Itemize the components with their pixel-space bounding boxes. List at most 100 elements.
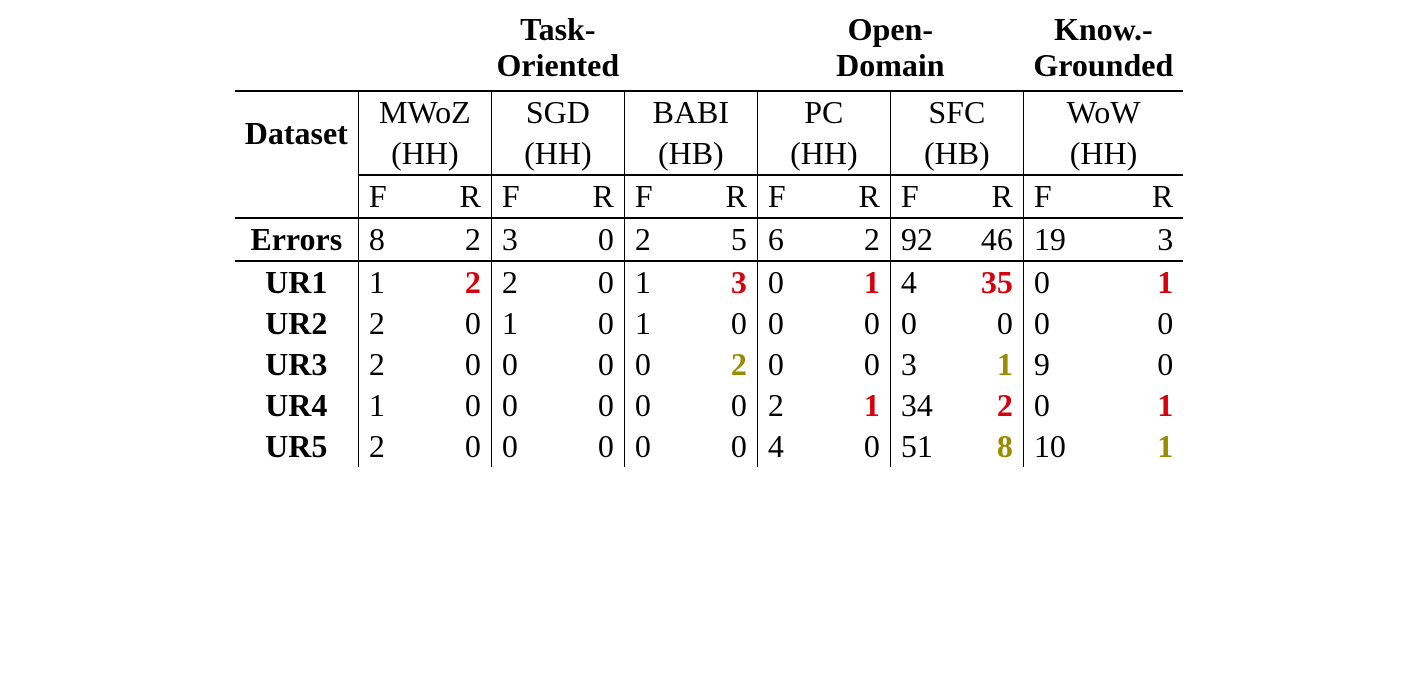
cell: 0 — [691, 303, 758, 344]
cell: 0 — [691, 426, 758, 467]
cell: 0 — [425, 303, 492, 344]
cell: 2 — [425, 218, 492, 261]
cell: 0 — [491, 385, 558, 426]
cell: 4 — [757, 426, 824, 467]
group-open-domain: Open- Domain — [757, 8, 1023, 91]
cell: 1 — [1104, 426, 1184, 467]
blank-cell — [235, 8, 359, 91]
col-babi-r: R — [691, 175, 758, 218]
col-sgd-f: F — [491, 175, 558, 218]
cell: 34 — [890, 385, 957, 426]
col-sfc-name: SFC — [890, 91, 1023, 133]
cell: 3 — [1104, 218, 1184, 261]
cell: 0 — [1104, 303, 1184, 344]
cell: 2 — [358, 303, 425, 344]
row-label-ur5: UR5 — [235, 426, 359, 467]
cell: 0 — [757, 261, 824, 303]
cell: 0 — [558, 385, 625, 426]
cell: 4 — [890, 261, 957, 303]
cell: 46 — [957, 218, 1024, 261]
cell: 5 — [691, 218, 758, 261]
cell: 2 — [358, 426, 425, 467]
col-mwoz-r: R — [425, 175, 492, 218]
row-label-ur4: UR4 — [235, 385, 359, 426]
cell: 1 — [358, 261, 425, 303]
cell: 1 — [1104, 385, 1184, 426]
cell: 9 — [1023, 344, 1103, 385]
cell: 1 — [957, 344, 1024, 385]
col-sgd-type: (HH) — [491, 133, 624, 175]
row-label-ur3: UR3 — [235, 344, 359, 385]
group-know-line2: Grounded — [1033, 48, 1173, 84]
group-open-line2: Domain — [767, 48, 1013, 84]
col-pc-name: PC — [757, 91, 890, 133]
results-table: Task- Oriented Open- Domain Know.- Groun… — [235, 8, 1183, 467]
cell: 6 — [757, 218, 824, 261]
cell: 0 — [824, 303, 891, 344]
cell: 2 — [957, 385, 1024, 426]
cell: 0 — [425, 385, 492, 426]
cell: 0 — [558, 426, 625, 467]
table-row-ur1: UR1 1 2 2 0 1 3 0 1 4 35 0 1 — [235, 261, 1183, 303]
cell: 0 — [491, 344, 558, 385]
col-pc-f: F — [757, 175, 824, 218]
group-know-line1: Know.- — [1033, 12, 1173, 48]
cell: 8 — [358, 218, 425, 261]
cell: 0 — [757, 344, 824, 385]
cell: 0 — [824, 344, 891, 385]
cell: 1 — [824, 385, 891, 426]
col-mwoz-type: (HH) — [358, 133, 491, 175]
col-sgd-r: R — [558, 175, 625, 218]
row-label-ur2: UR2 — [235, 303, 359, 344]
table-row-ur4: UR4 1 0 0 0 0 0 2 1 34 2 0 1 — [235, 385, 1183, 426]
cell: 1 — [358, 385, 425, 426]
col-pc-type: (HH) — [757, 133, 890, 175]
cell: 3 — [491, 218, 558, 261]
col-sgd-name: SGD — [491, 91, 624, 133]
col-wow-r: R — [1104, 175, 1184, 218]
cell: 0 — [824, 426, 891, 467]
row-label-errors: Errors — [235, 218, 359, 261]
cell: 3 — [890, 344, 957, 385]
col-mwoz-f: F — [358, 175, 425, 218]
cell: 0 — [691, 385, 758, 426]
col-babi-f: F — [624, 175, 691, 218]
col-babi-type: (HB) — [624, 133, 757, 175]
col-wow-type: (HH) — [1023, 133, 1183, 175]
col-wow-f: F — [1023, 175, 1103, 218]
cell: 0 — [1104, 344, 1184, 385]
cell: 2 — [824, 218, 891, 261]
col-mwoz-name: MWoZ — [358, 91, 491, 133]
col-sfc-type: (HB) — [890, 133, 1023, 175]
cell: 0 — [491, 426, 558, 467]
cell: 0 — [558, 218, 625, 261]
cell: 1 — [824, 261, 891, 303]
col-sfc-r: R — [957, 175, 1024, 218]
cell: 10 — [1023, 426, 1103, 467]
col-pc-r: R — [824, 175, 891, 218]
table-row-errors: Errors 8 2 3 0 2 5 6 2 92 46 19 3 — [235, 218, 1183, 261]
blank-cell — [235, 175, 359, 218]
cell: 1 — [624, 261, 691, 303]
cell: 0 — [890, 303, 957, 344]
col-wow-name: WoW — [1023, 91, 1183, 133]
cell: 0 — [957, 303, 1024, 344]
group-task-line1: Task- — [368, 12, 747, 48]
table-row-ur3: UR3 2 0 0 0 0 2 0 0 3 1 9 0 — [235, 344, 1183, 385]
cell: 19 — [1023, 218, 1103, 261]
cell: 2 — [691, 344, 758, 385]
cell: 2 — [425, 261, 492, 303]
cell: 1 — [624, 303, 691, 344]
group-know-grounded: Know.- Grounded — [1023, 8, 1183, 91]
table-superheader-row: Task- Oriented Open- Domain Know.- Groun… — [235, 8, 1183, 91]
cell: 0 — [624, 385, 691, 426]
cell: 0 — [1023, 261, 1103, 303]
cell: 92 — [890, 218, 957, 261]
row-label-ur1: UR1 — [235, 261, 359, 303]
cell: 2 — [358, 344, 425, 385]
cell: 0 — [425, 426, 492, 467]
cell: 0 — [624, 426, 691, 467]
table-row-ur5: UR5 2 0 0 0 0 0 4 0 51 8 10 1 — [235, 426, 1183, 467]
group-open-line1: Open- — [767, 12, 1013, 48]
group-task-oriented: Task- Oriented — [358, 8, 757, 91]
